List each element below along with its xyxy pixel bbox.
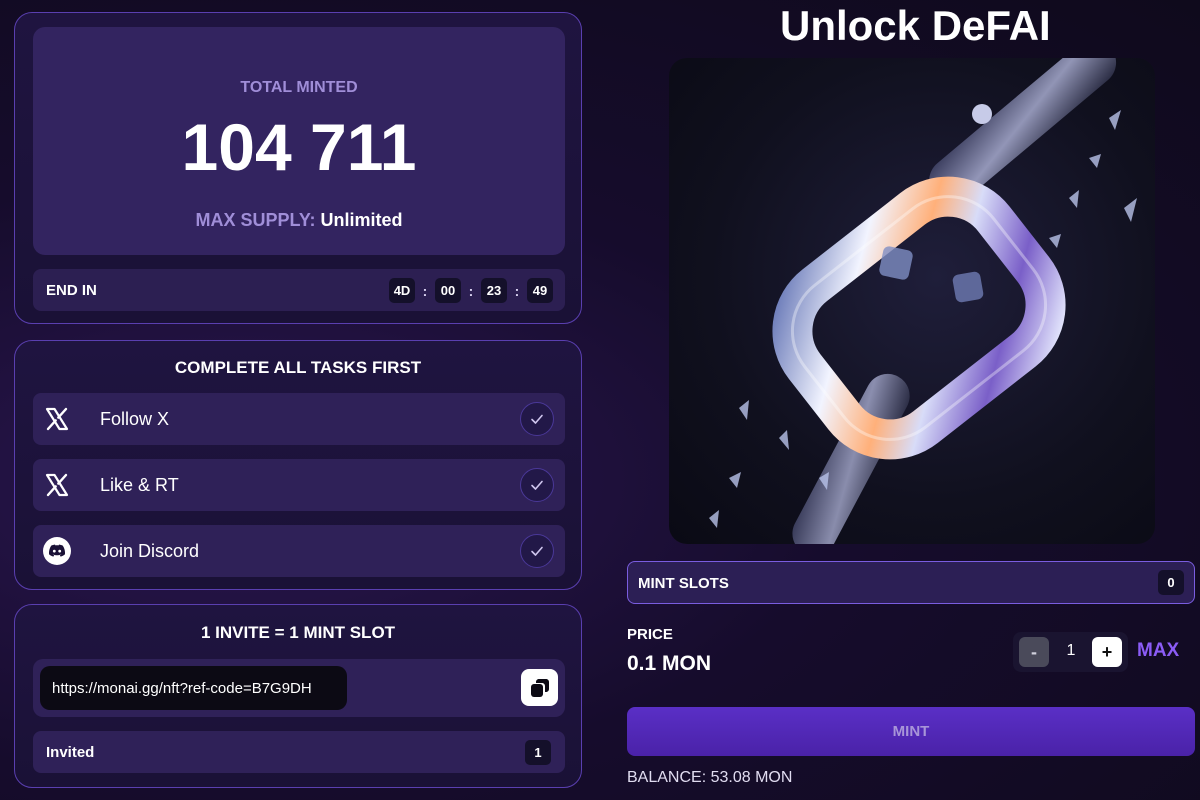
max-supply: MAX SUPPLY: Unlimited bbox=[33, 210, 565, 231]
timer-separator: : bbox=[468, 282, 474, 299]
x-logo-icon bbox=[43, 405, 71, 433]
quantity-value[interactable]: 1 bbox=[1055, 642, 1087, 660]
task-like-rt[interactable]: Like & RT bbox=[33, 459, 565, 511]
invite-title: 1 INVITE = 1 MINT SLOT bbox=[200, 623, 396, 642]
max-quantity-button[interactable]: MAX bbox=[1137, 640, 1179, 662]
countdown-timer: 4D : 00 : 23 : 49 bbox=[389, 278, 553, 303]
task-label: Join Discord bbox=[100, 541, 200, 561]
price-label: PRICE bbox=[627, 626, 673, 643]
invited-row: Invited 1 bbox=[33, 731, 565, 773]
check-icon bbox=[520, 402, 554, 436]
mint-stats-card: TOTAL MINTED 104 711 MAX SUPPLY: Unlimit… bbox=[14, 12, 582, 324]
copy-link-button[interactable] bbox=[521, 669, 558, 706]
mint-slots-label: MINT SLOTS bbox=[638, 575, 729, 592]
page-title: Unlock DeFAI bbox=[780, 2, 1051, 49]
invited-count: 1 bbox=[525, 740, 551, 765]
quantity-stepper: - 1 + bbox=[1013, 632, 1128, 672]
task-label: Like & RT bbox=[100, 475, 179, 495]
invite-card: 1 INVITE = 1 MINT SLOT https://monai.gg/… bbox=[14, 604, 582, 788]
increase-quantity-button[interactable]: + bbox=[1092, 637, 1122, 667]
total-minted-value: 104 711 bbox=[181, 110, 417, 184]
mint-slots-row: MINT SLOTS 0 bbox=[627, 561, 1195, 604]
timer-hours: 00 bbox=[435, 278, 461, 303]
check-icon bbox=[520, 534, 554, 568]
mint-slots-count: 0 bbox=[1158, 570, 1184, 595]
task-follow-x[interactable]: Follow X bbox=[33, 393, 565, 445]
timer-minutes: 23 bbox=[481, 278, 507, 303]
timer-separator: : bbox=[422, 282, 428, 299]
total-minted-panel: TOTAL MINTED 104 711 MAX SUPPLY: Unlimit… bbox=[33, 27, 565, 255]
copy-icon bbox=[530, 678, 549, 697]
nft-image bbox=[669, 58, 1155, 544]
broken-chain-artwork bbox=[709, 58, 1137, 544]
x-logo-icon bbox=[43, 471, 71, 499]
task-label: Follow X bbox=[100, 409, 170, 429]
timer-days: 4D bbox=[389, 278, 415, 303]
mint-button[interactable]: MINT bbox=[627, 707, 1195, 756]
price-value: 0.1 MON bbox=[627, 652, 712, 675]
timer-separator: : bbox=[514, 282, 520, 299]
referral-link-row: https://monai.gg/nft?ref-code=B7G9DH bbox=[33, 659, 565, 717]
max-supply-label: MAX SUPPLY: bbox=[195, 210, 316, 230]
decrease-quantity-button[interactable]: - bbox=[1019, 637, 1049, 667]
check-icon bbox=[520, 468, 554, 502]
total-minted-label: TOTAL MINTED bbox=[240, 79, 358, 96]
referral-link[interactable]: https://monai.gg/nft?ref-code=B7G9DH bbox=[40, 666, 347, 710]
tasks-card: COMPLETE ALL TASKS FIRST Follow X Like &… bbox=[14, 340, 582, 590]
wallet-balance: BALANCE: 53.08 MON bbox=[627, 769, 793, 786]
invited-label: Invited bbox=[46, 744, 95, 761]
timer-seconds: 49 bbox=[527, 278, 553, 303]
task-join-discord[interactable]: Join Discord bbox=[33, 525, 565, 577]
max-supply-value: Unlimited bbox=[320, 210, 403, 230]
end-in-label: END IN bbox=[46, 282, 97, 299]
tasks-title: COMPLETE ALL TASKS FIRST bbox=[174, 358, 422, 377]
countdown-row: END IN 4D : 00 : 23 : 49 bbox=[33, 269, 565, 311]
discord-icon bbox=[43, 537, 71, 565]
